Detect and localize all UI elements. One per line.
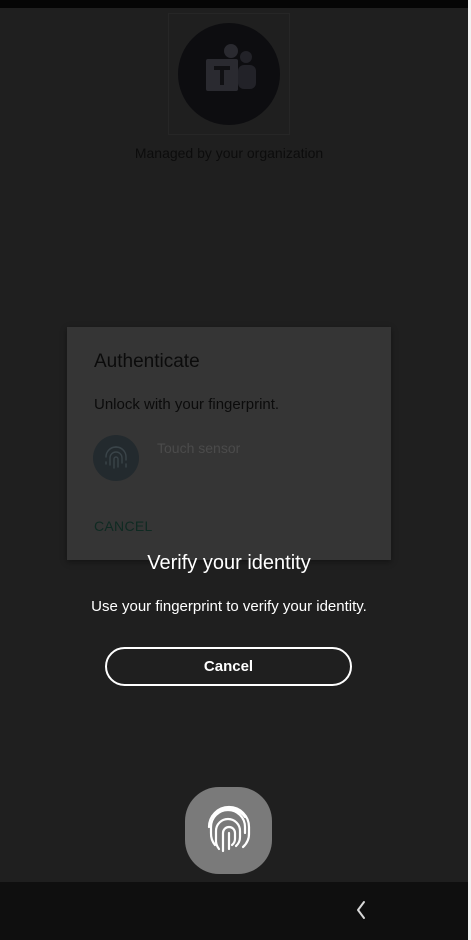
authenticate-cancel-button[interactable]: CANCEL [94, 518, 153, 534]
screen: Managed by your organization Authenticat… [0, 0, 471, 940]
navigation-bar [0, 882, 468, 940]
cancel-button[interactable]: Cancel [105, 647, 352, 686]
fingerprint-icon [93, 435, 139, 481]
fingerprint-sensor-icon[interactable] [185, 787, 272, 874]
authenticate-title: Authenticate [94, 351, 200, 372]
managed-by-org-text: Managed by your organization [134, 145, 324, 161]
authenticate-subtitle: Unlock with your fingerprint. [94, 396, 280, 413]
verify-identity-title: Verify your identity [147, 552, 311, 574]
authenticate-dialog: Authenticate Unlock with your fingerprin… [67, 327, 391, 560]
status-bar [0, 0, 471, 8]
touch-sensor-label: Touch sensor [157, 440, 241, 456]
verify-identity-description: Use your fingerprint to verify your iden… [91, 598, 367, 615]
teams-logo-icon [178, 23, 280, 125]
back-chevron-icon[interactable] [344, 892, 378, 926]
